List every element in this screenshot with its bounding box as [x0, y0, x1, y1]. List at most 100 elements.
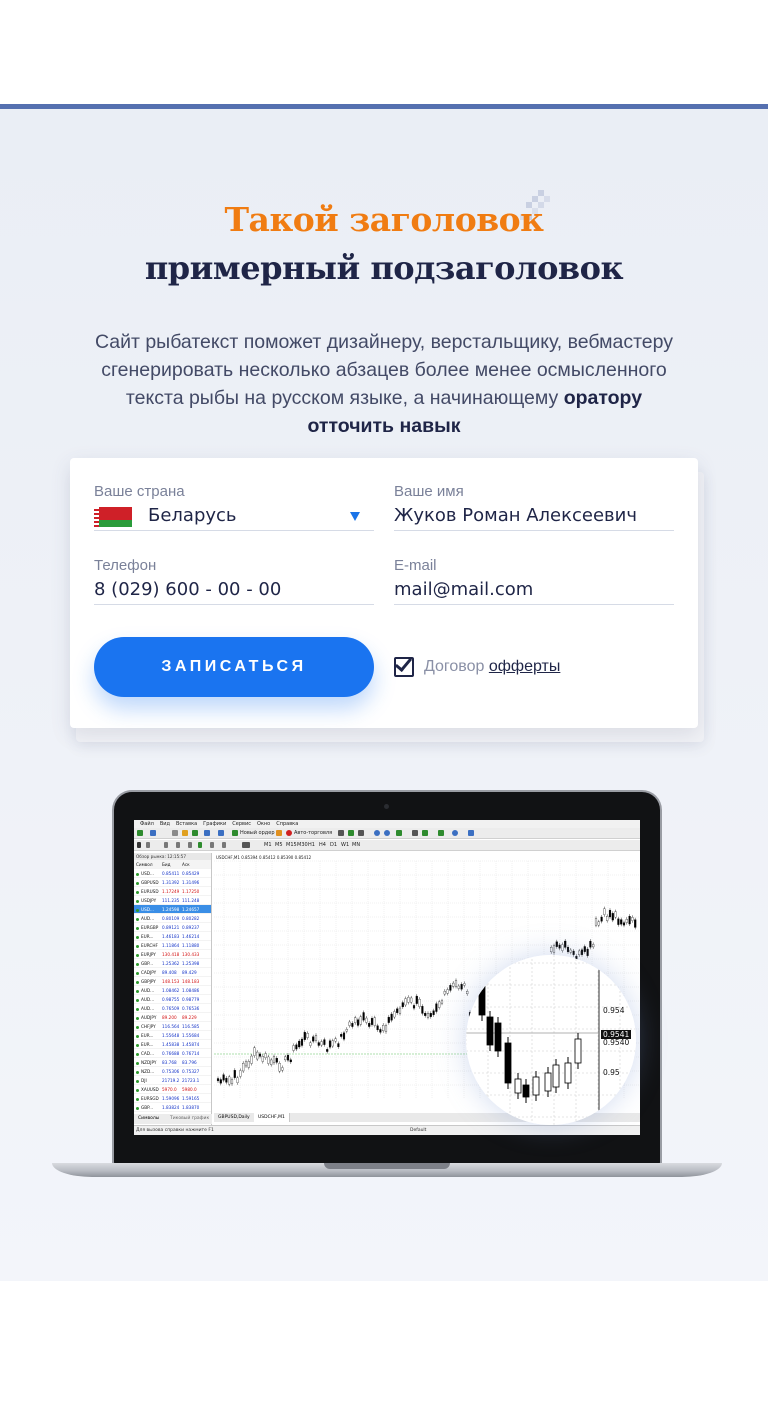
menu-item[interactable]: Справка	[276, 820, 298, 828]
timeframe-button[interactable]: M5	[275, 842, 283, 848]
table-row[interactable]: CADJPY 89.408 89.429	[134, 968, 211, 977]
table-row[interactable]: USD... 1.24598 1.24657	[134, 905, 211, 914]
candle-body	[258, 1053, 262, 1057]
tab-gbpusd-daily[interactable]: GBPUSD,Daily	[214, 1113, 255, 1122]
ask-cell: 1.31496	[182, 880, 200, 885]
table-row[interactable]: GBP... 1.83824 1.83870	[134, 1103, 211, 1112]
ask-cell: 89.429	[182, 970, 197, 975]
table-row[interactable]: AUD... 0.76509 0.76536	[134, 1004, 211, 1013]
email-field[interactable]: E-mail mail@mail.com	[394, 533, 674, 605]
autotrade-button[interactable]: Авто-торговля	[294, 830, 332, 836]
timeframe-button[interactable]: MN	[352, 842, 360, 848]
candle-body	[362, 1012, 365, 1021]
candle-body	[239, 1070, 242, 1077]
table-row[interactable]: DJI 21719.2 21723.1	[134, 1076, 211, 1085]
menu-item[interactable]: Графики	[203, 820, 226, 828]
status-dot-icon	[136, 1061, 139, 1065]
candle-body	[424, 1012, 427, 1016]
name-value[interactable]: Жуков Роман Алексеевич	[394, 505, 637, 526]
ask-cell: 0.76714	[182, 1051, 200, 1056]
ask-cell: 83.796	[182, 1060, 197, 1065]
candle-body	[242, 1063, 245, 1072]
table-row[interactable]: NZD... 0.75306 0.75327	[134, 1067, 211, 1076]
menu-item[interactable]: Файл	[140, 820, 154, 828]
ask-cell: 89.229	[182, 1015, 197, 1020]
candle-body	[270, 1059, 273, 1065]
timeframe-button[interactable]: D1	[330, 842, 337, 848]
table-row[interactable]: CHFJPY 116.564 116.585	[134, 1022, 211, 1031]
timeframe-button[interactable]: M1	[264, 842, 272, 848]
ask-cell: 1.17250	[182, 889, 200, 894]
symbol-cell: USD...	[141, 907, 154, 912]
timeframe-button[interactable]: W1	[341, 842, 349, 848]
table-row[interactable]: EUR... 1.45838 1.45874	[134, 1040, 211, 1049]
table-row[interactable]: GBPUSD 1.31392 1.31496	[134, 878, 211, 887]
phone-value[interactable]: 8 (029) 600 - 00 - 00	[94, 579, 281, 600]
candle-body	[404, 998, 407, 1006]
timeframe-button[interactable]: H4	[319, 842, 326, 848]
candle-body	[522, 1084, 530, 1098]
table-row[interactable]: EURUSD 1.17249 1.17250	[134, 887, 211, 896]
menu-item[interactable]: Вид	[160, 820, 170, 828]
candle-body	[494, 1022, 502, 1052]
menu-item[interactable]: Окно	[257, 820, 270, 828]
status-help: Для вызова справки нажмите F1	[136, 1128, 214, 1133]
candle-body	[387, 1016, 390, 1023]
table-row[interactable]: USDJPY 111.235 111.248	[134, 896, 211, 905]
offer-link[interactable]: офферты	[489, 658, 561, 675]
ask-cell: 1.83870	[182, 1105, 200, 1110]
table-row[interactable]: GBP... 1.25362 1.25398	[134, 959, 211, 968]
candle-body	[580, 949, 584, 955]
timeframe-button[interactable]: H1	[308, 842, 315, 848]
submit-button[interactable]: ЗАПИСАТЬСЯ	[94, 637, 374, 697]
table-row[interactable]: CAD... 0.76688 0.76714	[134, 1049, 211, 1058]
new-order-button[interactable]: Новый ордер	[240, 830, 275, 836]
tab-tick-chart[interactable]: Тиковый график	[170, 1116, 209, 1121]
agreement-checkbox[interactable]	[394, 653, 414, 677]
table-row[interactable]: EUR... 1.55648 1.55684	[134, 1031, 211, 1040]
candle-body	[244, 1061, 248, 1067]
symbol-cell: EURUSD	[141, 889, 159, 894]
table-row[interactable]: EURGBP 0.89121 0.89237	[134, 923, 211, 932]
status-dot-icon	[136, 935, 139, 939]
table-row[interactable]: EURSGD 1.59096 1.59165	[134, 1094, 211, 1103]
candle-body	[614, 911, 617, 918]
page-subtitle: примерный подзаголовок	[144, 249, 624, 287]
table-row[interactable]: AUD... 1.08462 1.08486	[134, 986, 211, 995]
bid-cell: 0.80109	[162, 916, 180, 921]
timeframe-button[interactable]: M15	[286, 842, 297, 848]
table-row[interactable]: AUD... 0.80109 0.80282	[134, 914, 211, 923]
bid-cell: 116.564	[162, 1024, 180, 1029]
candle-body	[415, 995, 418, 1004]
symbol-cell: XAUUSD	[141, 1087, 159, 1092]
phone-field[interactable]: Телефон 8 (029) 600 - 00 - 00	[94, 533, 374, 605]
bid-cell: 1.45838	[162, 1042, 180, 1047]
country-select[interactable]: Ваше страна Беларусь	[94, 459, 374, 531]
status-dot-icon	[136, 980, 139, 984]
ask-cell: 148.183	[182, 979, 200, 984]
candle-body	[572, 950, 575, 955]
table-row[interactable]: AUDJPY 89.200 89.229	[134, 1013, 211, 1022]
candle-body	[370, 1018, 374, 1025]
market-watch-header: Символ Бид Аск	[134, 860, 211, 869]
table-row[interactable]: EURCHF 1.11864 1.11880	[134, 941, 211, 950]
symbol-cell: EUR...	[141, 934, 154, 939]
email-value[interactable]: mail@mail.com	[394, 579, 533, 600]
table-row[interactable]: USD... 0.85411 0.85429	[134, 869, 211, 878]
table-row[interactable]: XAUUSD 5970.0 5980.0	[134, 1085, 211, 1094]
chart-magnifier: 0.954 0.9541 0.9540 0.95	[466, 955, 636, 1125]
tab-symbols[interactable]: Символы	[138, 1116, 159, 1121]
timeframe-button[interactable]: M30	[297, 842, 308, 848]
menu-item[interactable]: Вставка	[176, 820, 197, 828]
table-row[interactable]: GBPJPY 148.153 148.183	[134, 977, 211, 986]
tab-usdchf-m1[interactable]: USDCHF,M1	[254, 1113, 290, 1122]
table-row[interactable]: EURJPY 130.418 130.433	[134, 950, 211, 959]
ask-cell: 1.25398	[182, 961, 200, 966]
candle-body	[600, 916, 603, 922]
chevron-down-icon[interactable]	[350, 512, 360, 521]
table-row[interactable]: EUR... 1.46183 1.46214	[134, 932, 211, 941]
table-row[interactable]: AUD... 0.98755 0.98779	[134, 995, 211, 1004]
name-field[interactable]: Ваше имя Жуков Роман Алексеевич	[394, 459, 674, 531]
table-row[interactable]: NZDJPY 83.768 83.796	[134, 1058, 211, 1067]
menu-item[interactable]: Сервис	[232, 820, 251, 828]
